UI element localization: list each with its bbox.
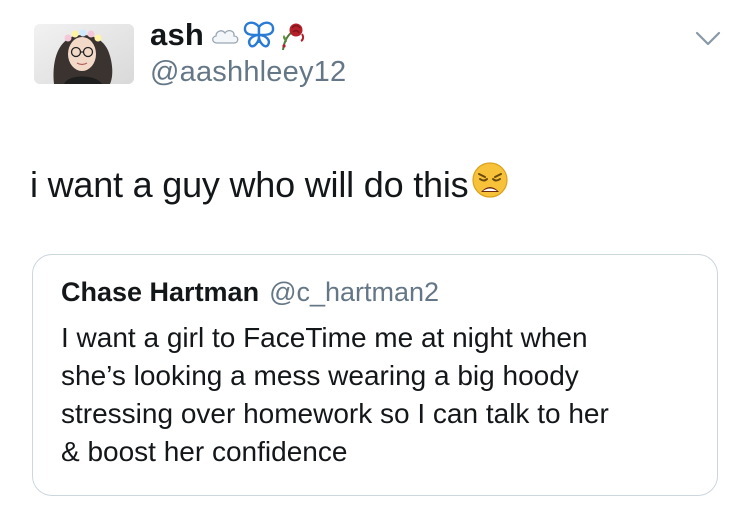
wilted-rose-icon — [282, 23, 305, 50]
tweet-header: ash @aashhleey12 — [150, 16, 346, 89]
quoted-tweet-text: I want a girl to FaceTime me at night wh… — [61, 319, 701, 471]
tweet-text-content: i want a guy who will do this — [30, 163, 469, 205]
quoted-tweet-header: Chase Hartman @c_hartman2 — [61, 277, 439, 308]
avatar[interactable] — [34, 24, 134, 84]
quoted-display-name: Chase Hartman — [61, 277, 260, 307]
butterfly-icon — [243, 21, 275, 48]
avatar-image — [34, 24, 134, 84]
quoted-text-line: stressing over homework so I can talk to… — [61, 398, 609, 429]
quoted-text-line: & boost her confidence — [61, 436, 348, 467]
quoted-tweet-card[interactable]: Chase Hartman @c_hartman2 I want a girl … — [32, 254, 718, 496]
cloud-icon — [212, 29, 239, 44]
chevron-down-icon[interactable] — [694, 24, 722, 52]
quoted-text-line: I want a girl to FaceTime me at night wh… — [61, 322, 588, 353]
display-name[interactable]: ash — [150, 17, 204, 53]
weary-face-icon — [470, 160, 510, 209]
display-name-row: ash — [150, 16, 346, 54]
tweet-text: i want a guy who will do this — [30, 160, 510, 209]
handle[interactable]: @aashhleey12 — [150, 56, 346, 89]
name-emoji-group — [210, 20, 308, 50]
quoted-text-line: she’s looking a mess wearing a big hoody — [61, 360, 579, 391]
quoted-handle: @c_hartman2 — [269, 277, 440, 307]
